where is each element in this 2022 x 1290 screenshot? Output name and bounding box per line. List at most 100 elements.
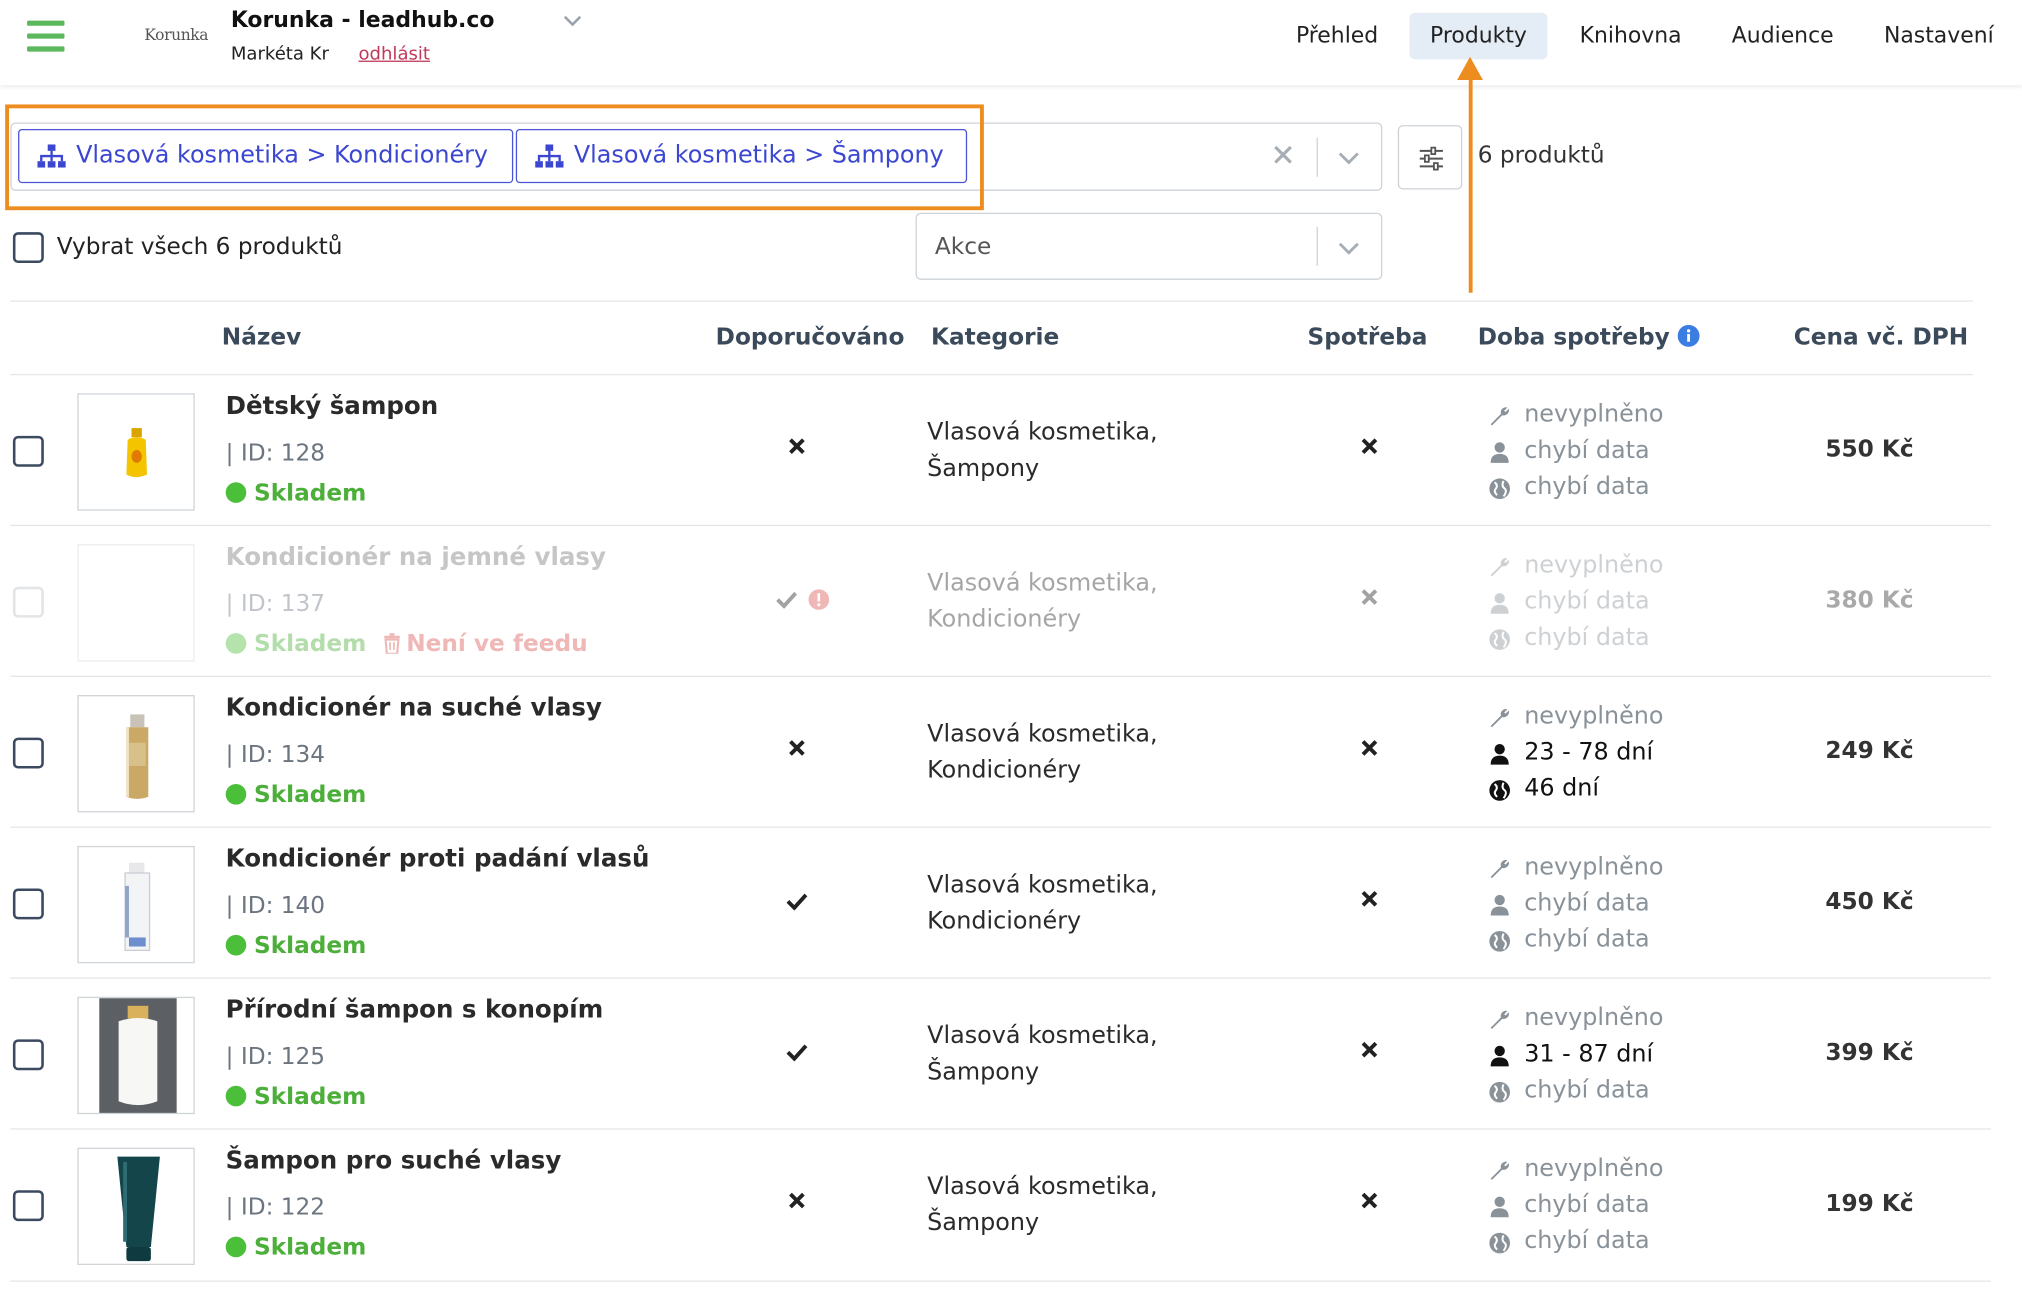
column-header-price[interactable]: Cena vč. DPH xyxy=(1794,324,1969,351)
product-id: | ID: 140 xyxy=(225,892,326,920)
chevron-down-icon[interactable] xyxy=(1336,144,1362,170)
row-checkbox[interactable] xyxy=(12,435,44,467)
duration-user-value: chybí data xyxy=(1524,1191,1650,1219)
annotation-arrow xyxy=(1468,77,1473,293)
x-mark-icon xyxy=(1361,1192,1378,1209)
row-checkbox[interactable] xyxy=(12,1190,44,1222)
x-mark-icon xyxy=(1361,740,1378,756)
product-category: Vlasová kosmetika, Šampony xyxy=(927,1170,1157,1242)
duration-manual-value: nevyplněno xyxy=(1524,1004,1664,1032)
table-row[interactable]: Šampon pro suché vlasy | ID: 122 Skladem… xyxy=(0,1130,1991,1281)
select-all-checkbox[interactable] xyxy=(12,232,44,264)
stock-label: Skladem xyxy=(254,781,367,809)
nav-knihovna[interactable]: Knihovna xyxy=(1559,13,1702,59)
product-price: 199 Kč xyxy=(1825,1190,1914,1218)
product-name[interactable]: Kondicionér na jemné vlasy xyxy=(226,543,606,571)
product-image xyxy=(77,393,195,511)
nav-prehled[interactable]: Přehled xyxy=(1275,13,1399,59)
table-row[interactable]: Kondicionér na jemné vlasy | ID: 137 Skl… xyxy=(0,526,1991,677)
sitemap-icon xyxy=(37,144,66,168)
close-icon[interactable] xyxy=(1268,139,1299,170)
trash-icon xyxy=(384,633,400,655)
column-header-consumption[interactable]: Spotřeba xyxy=(1308,324,1428,351)
category-line: Vlasová kosmetika, xyxy=(927,419,1158,447)
sitemap-icon xyxy=(535,144,564,168)
stock-label: Skladem xyxy=(254,630,367,658)
stock-status: Skladem xyxy=(225,1234,366,1261)
globe-icon xyxy=(1489,1081,1511,1103)
filter-settings-button[interactable] xyxy=(1397,125,1463,190)
check-icon xyxy=(786,893,808,911)
table-row[interactable]: Kondicionér proti padání vlasů | ID: 140… xyxy=(0,828,1991,979)
globe-icon xyxy=(1489,478,1511,500)
category-chip-kondicionery[interactable]: Vlasová kosmetika > Kondicionéry xyxy=(18,128,514,184)
category-line: Vlasová kosmetika, xyxy=(927,569,1158,598)
chevron-down-icon[interactable] xyxy=(1336,235,1362,261)
product-id: | ID: 137 xyxy=(225,590,326,618)
row-checkbox[interactable] xyxy=(12,586,44,618)
info-icon[interactable] xyxy=(1677,324,1700,347)
stock-status: Skladem xyxy=(225,630,367,658)
stock-status: Skladem xyxy=(225,479,367,507)
product-name[interactable]: Přírodní šampon s konopím xyxy=(226,995,604,1023)
column-header-label: Doba spotřeby xyxy=(1477,323,1670,351)
sliders-icon xyxy=(1419,146,1443,171)
product-name[interactable]: Šampon pro suché vlasy xyxy=(226,1146,562,1174)
duration-user-value: 23 - 78 dní xyxy=(1524,738,1654,766)
product-name[interactable]: Kondicionér proti padání vlasů xyxy=(226,845,650,873)
duration-global-value: chybí data xyxy=(1524,624,1650,652)
category-line: Vlasová kosmetika, xyxy=(927,1173,1158,1201)
table-row[interactable]: Dětský šampon | ID: 128 Skladem Vlasová … xyxy=(0,375,1991,526)
duration-user-value: chybí data xyxy=(1524,437,1650,465)
column-header-consumption-time[interactable]: Doba spotřeby xyxy=(1478,324,1700,351)
shop-logo: Korunka xyxy=(144,25,209,44)
product-category: Vlasová kosmetika, Kondicionéry xyxy=(927,717,1157,789)
product-id: | ID: 122 xyxy=(225,1194,326,1222)
user-icon xyxy=(1490,442,1509,463)
product-name[interactable]: Dětský šampon xyxy=(226,392,439,420)
divider xyxy=(10,300,1973,302)
category-line: Vlasová kosmetika, xyxy=(927,1022,1158,1050)
duration-manual-value: nevyplněno xyxy=(1524,1155,1664,1183)
row-checkbox[interactable] xyxy=(12,737,44,769)
user-icon xyxy=(1490,1196,1509,1218)
product-id: | ID: 128 xyxy=(225,439,326,467)
arrow-head-icon xyxy=(1457,56,1483,80)
stock-label: Skladem xyxy=(254,1083,367,1111)
column-header-category[interactable]: Kategorie xyxy=(931,324,1059,351)
globe-icon xyxy=(1489,629,1511,650)
row-checkbox[interactable] xyxy=(12,888,44,920)
column-header-name[interactable]: Název xyxy=(222,324,301,351)
wrench-icon xyxy=(1490,1010,1509,1030)
category-line: Šampony xyxy=(927,455,1040,483)
chip-label: Vlasová kosmetika > Šampony xyxy=(573,141,944,169)
product-price: 380 Kč xyxy=(1825,586,1914,614)
user-icon xyxy=(1490,744,1509,765)
stock-label: Skladem xyxy=(254,479,367,507)
chevron-down-icon[interactable] xyxy=(562,10,583,31)
logout-link[interactable]: odhlásit xyxy=(358,44,430,65)
product-name[interactable]: Kondicionér na suché vlasy xyxy=(226,694,602,722)
check-icon xyxy=(786,1044,808,1062)
stock-label: Skladem xyxy=(254,932,367,960)
category-chip-sampony[interactable]: Vlasová kosmetika > Šampony xyxy=(515,128,968,184)
product-image xyxy=(77,695,195,813)
nav-produkty[interactable]: Produkty xyxy=(1409,12,1548,60)
table-row[interactable]: Kondicionér na suché vlasy | ID: 134 Skl… xyxy=(0,677,1991,828)
row-checkbox[interactable] xyxy=(12,1039,44,1071)
category-line: Šampony xyxy=(927,1209,1040,1237)
hamburger-icon[interactable] xyxy=(27,20,65,52)
column-header-recommended[interactable]: Doporučováno xyxy=(716,324,905,351)
nav-audience[interactable]: Audience xyxy=(1711,13,1854,59)
separator xyxy=(1316,226,1318,266)
wrench-icon xyxy=(1490,708,1509,728)
x-mark-icon xyxy=(1361,890,1378,907)
stock-status: Skladem xyxy=(225,1083,367,1111)
nav-nastaveni[interactable]: Nastavení xyxy=(1863,13,2014,59)
select-all-label: Vybrat všech 6 produktů xyxy=(56,233,343,261)
table-row[interactable]: Přírodní šampon s konopím | ID: 125 Skla… xyxy=(0,979,1991,1130)
product-image-placeholder xyxy=(77,544,195,662)
product-category: Vlasová kosmetika, Kondicionéry xyxy=(927,868,1157,940)
exclamation-circle-icon[interactable] xyxy=(808,589,830,610)
duration-global-value: 46 dní xyxy=(1524,774,1600,803)
